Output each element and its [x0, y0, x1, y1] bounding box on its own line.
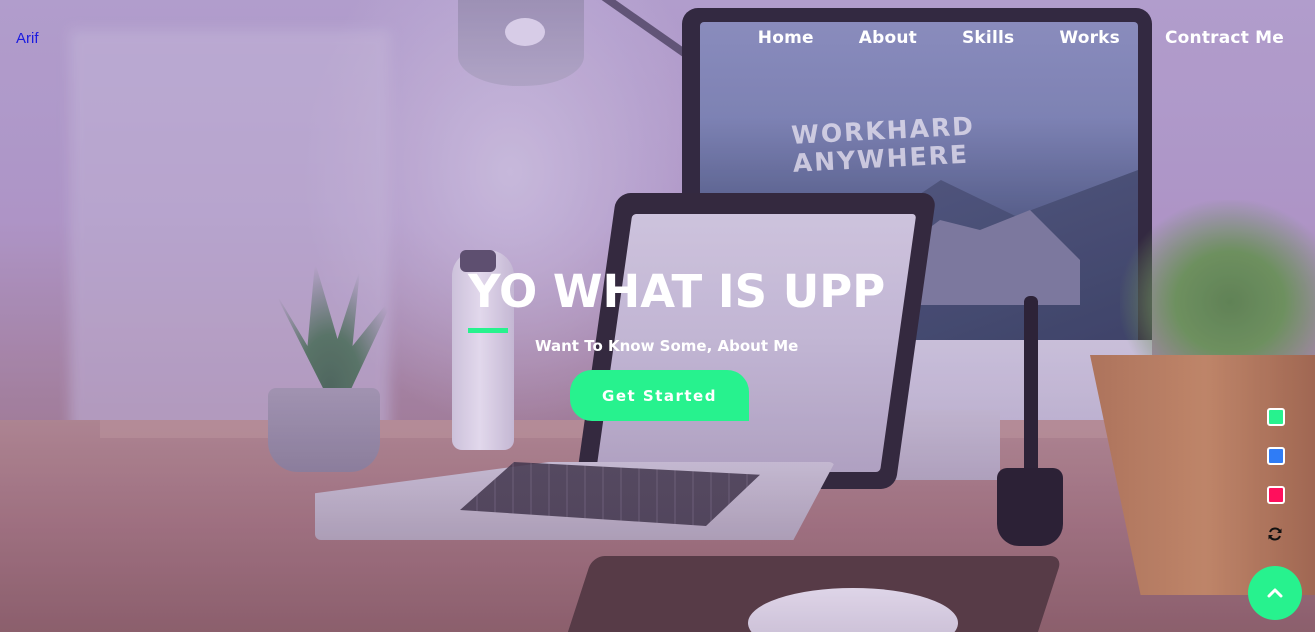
scroll-top-button[interactable]: [1248, 566, 1302, 620]
theme-swatch-blue[interactable]: [1267, 447, 1285, 465]
logo-link[interactable]: Arif: [16, 30, 39, 47]
main-nav: Home About Skills Works Contract Me: [713, 28, 1284, 48]
nav-link-works[interactable]: Works: [1059, 28, 1120, 48]
chevron-up-icon: [1267, 588, 1283, 598]
hero-subtitle: Want To Know Some, About Me: [535, 337, 799, 355]
hero-section: WORKHARD ANYWHERE Arif Home About Skills…: [0, 0, 1315, 632]
theme-swatch-green[interactable]: [1267, 408, 1285, 426]
get-started-button[interactable]: Get Started: [570, 370, 749, 421]
theme-swatch-pink[interactable]: [1267, 486, 1285, 504]
hero-title: YO WHAT IS UPP: [468, 265, 886, 318]
refresh-icon[interactable]: [1265, 524, 1285, 544]
nav-link-home[interactable]: Home: [758, 28, 814, 48]
nav-link-skills[interactable]: Skills: [962, 28, 1014, 48]
nav-link-about[interactable]: About: [859, 28, 917, 48]
nav-link-contact[interactable]: Contract Me: [1165, 28, 1284, 48]
title-underline: [468, 328, 508, 333]
